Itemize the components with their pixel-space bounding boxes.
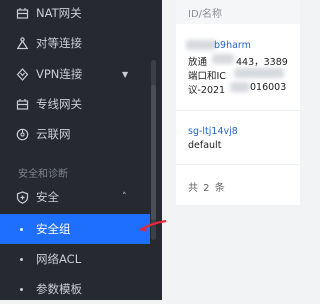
description-line: 016003	[250, 82, 287, 93]
sidebar-scrollbar-thumb[interactable]	[151, 85, 156, 220]
redacted-text	[230, 82, 250, 92]
security-group-table: ID/名称 b9harm 放通 443，3389 端口和IC 议-2021 01…	[176, 0, 300, 205]
sidebar-item-label: 安全	[36, 190, 59, 204]
peering-icon	[15, 36, 29, 50]
shield-icon	[15, 190, 29, 204]
sidebar-item-vpn[interactable]: VPN连接 ▼	[0, 58, 162, 90]
sidebar-item-label: 对等连接	[36, 36, 82, 50]
bullet-dot	[20, 257, 23, 261]
sidebar-item-ccn[interactable]: 云联网	[0, 118, 162, 150]
sidebar-item-label: NAT网关	[36, 6, 82, 20]
annotation-arrow-icon	[139, 220, 167, 232]
chevron-up-icon[interactable]: ˄	[122, 192, 127, 202]
bullet-dot	[20, 227, 23, 231]
sidebar-item-peering[interactable]: 对等连接	[0, 27, 162, 59]
description-line: 443，3389	[236, 57, 288, 68]
sidebar: NAT网关 对等连接 VPN连接 ▼ 专线网关 云联网 安全和诊断 安全 ˄ 安…	[0, 0, 162, 300]
sidebar-item-nat-gateway[interactable]: NAT网关	[0, 0, 162, 29]
sidebar-item-label: 专线网关	[36, 97, 82, 111]
security-group-name: default	[188, 140, 222, 151]
row-divider	[176, 110, 300, 111]
redacted-text	[234, 68, 284, 78]
sidebar-item-direct-connect-gateway[interactable]: 专线网关	[0, 88, 162, 120]
nat-gateway-icon	[15, 6, 29, 20]
sidebar-subitem-network-acl[interactable]: 网络ACL	[0, 244, 150, 274]
direct-connect-gateway-icon	[15, 97, 29, 111]
column-header-id-name: ID/名称	[188, 9, 223, 20]
redacted-text	[212, 54, 234, 64]
sidebar-item-label: VPN连接	[36, 67, 83, 81]
security-group-id-link[interactable]: b9harm	[214, 40, 251, 51]
sidebar-subitem-label: 安全组	[36, 222, 71, 236]
ccn-icon	[15, 127, 29, 141]
table-header: ID/名称	[176, 0, 300, 24]
sidebar-subitem-security-group[interactable]: 安全组	[0, 214, 150, 244]
bullet-dot	[20, 287, 23, 291]
vpn-icon	[15, 67, 29, 81]
main-content: ID/名称 b9harm 放通 443，3389 端口和IC 议-2021 01…	[162, 0, 300, 300]
chevron-down-icon[interactable]: ▼	[122, 70, 128, 79]
total-count: 共 2 条	[188, 183, 226, 194]
sidebar-item-label: 云联网	[36, 127, 71, 141]
description-line: 议-2021	[188, 85, 226, 96]
sidebar-subitem-label: 参数模板	[36, 282, 82, 296]
description-line: 端口和IC	[188, 71, 226, 82]
description-line: 放通	[188, 57, 208, 68]
sidebar-subitem-label: 网络ACL	[36, 252, 82, 266]
sidebar-item-security[interactable]: 安全 ˄	[0, 181, 162, 213]
security-group-id-link[interactable]: sg-ltj14vj8	[188, 126, 238, 137]
row-divider	[176, 164, 300, 165]
section-title-security-diagnostics: 安全和诊断	[18, 169, 68, 180]
redacted-text	[186, 40, 216, 50]
